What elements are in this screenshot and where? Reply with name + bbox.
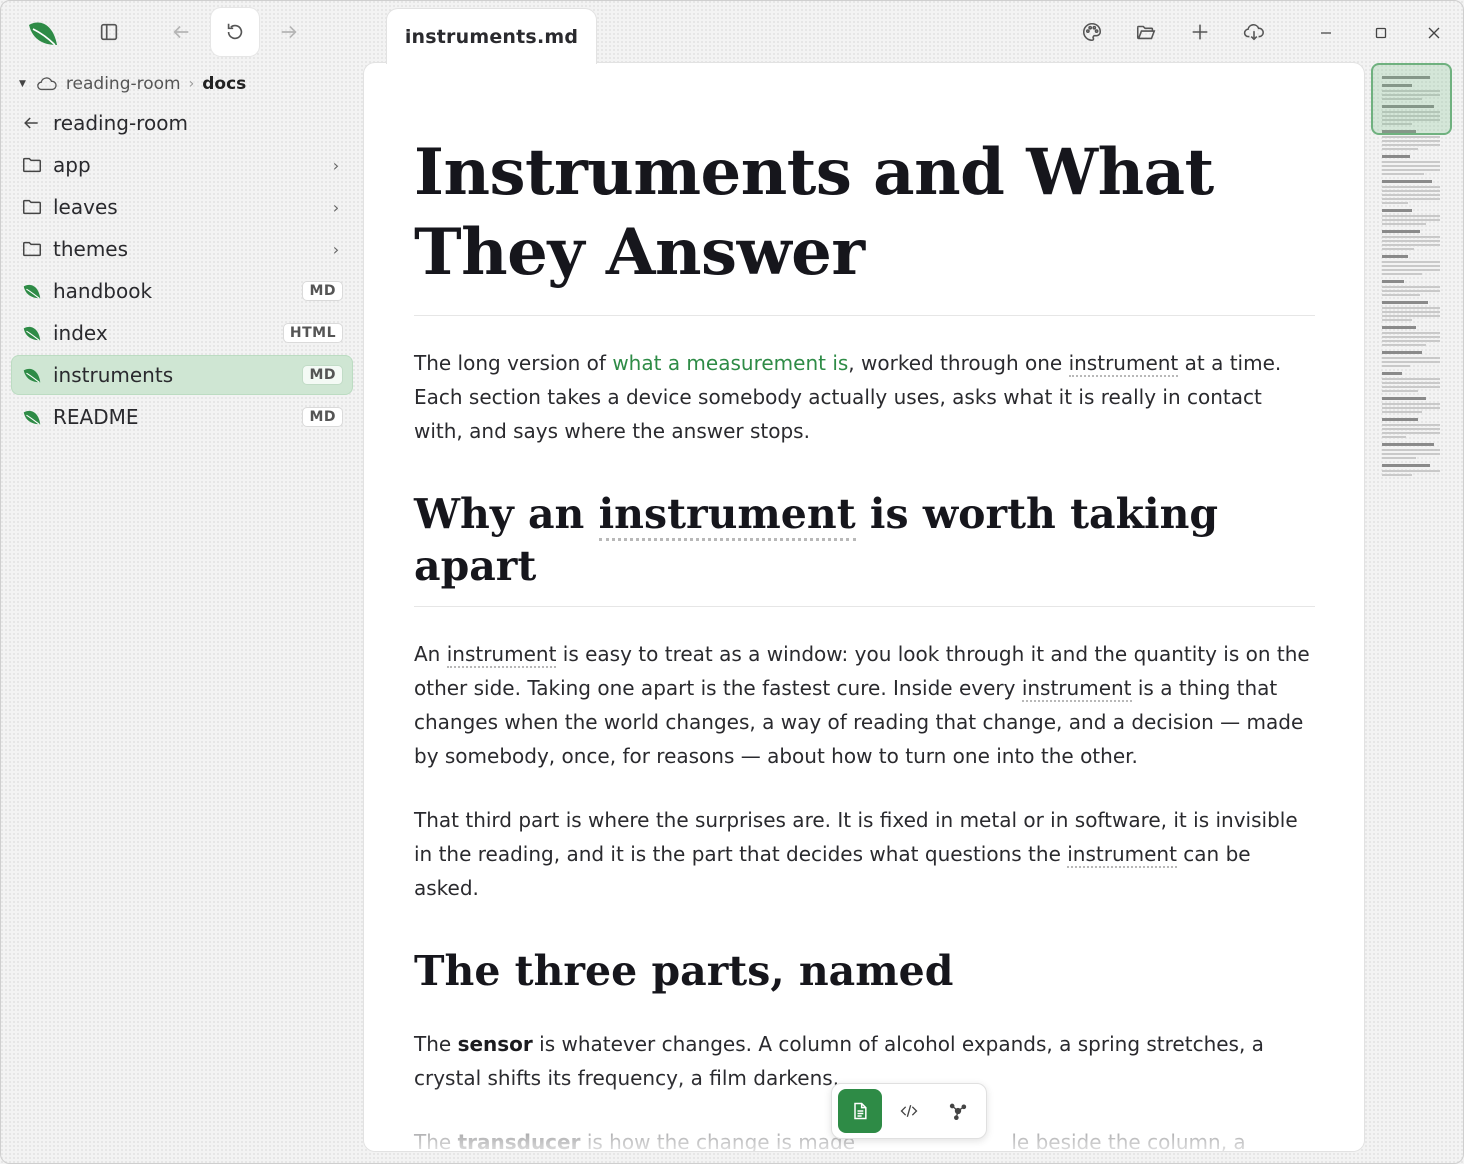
- arrow-left-icon: [24, 117, 38, 129]
- palette-icon: [1083, 22, 1102, 42]
- leaf-icon: [23, 326, 41, 341]
- sidebar-item-handbook[interactable]: handbook MD: [11, 271, 353, 311]
- sidebar-item-label: instruments: [53, 363, 174, 387]
- plus-icon: [1192, 24, 1208, 40]
- nav-up-reading-room[interactable]: reading-room: [11, 103, 353, 143]
- open-folder-button[interactable]: [1122, 8, 1170, 56]
- close-button[interactable]: [1414, 13, 1454, 53]
- back-button[interactable]: [157, 8, 205, 56]
- cloud-download-icon: [1243, 24, 1264, 41]
- sidebar-item-label: app: [53, 153, 91, 177]
- maximize-icon: [1375, 27, 1387, 39]
- breadcrumb: ▼ reading-room › docs: [19, 71, 246, 97]
- text: An: [414, 642, 447, 666]
- folder-icon: [23, 157, 41, 173]
- chevron-right-icon: ›: [332, 197, 340, 217]
- intro-paragraph: The long version of what a measurement i…: [414, 346, 1315, 448]
- leaf-icon: [23, 410, 41, 425]
- leaf-icon: [23, 368, 41, 383]
- sidebar-item-leaves[interactable]: leaves ›: [11, 187, 353, 227]
- new-file-button[interactable]: [1176, 8, 1224, 56]
- sidebar-item-readme[interactable]: README MD: [11, 397, 353, 437]
- minimize-button[interactable]: [1306, 13, 1346, 53]
- breadcrumb-separator: ›: [188, 76, 195, 92]
- breadcrumb-current[interactable]: docs: [202, 74, 246, 94]
- breadcrumb-root[interactable]: reading-room: [66, 74, 181, 94]
- sidebar-item-themes[interactable]: themes ›: [11, 229, 353, 269]
- sidebar-item-label: index: [53, 321, 108, 345]
- folder-open-icon: [1136, 25, 1156, 40]
- glossary-term-instrument[interactable]: instrument: [1021, 676, 1132, 702]
- folder-icon: [23, 241, 41, 257]
- file-type-badge: MD: [302, 281, 343, 301]
- sidebar-item-label: README: [53, 405, 139, 429]
- document-minimap[interactable]: [1371, 61, 1453, 476]
- glossary-term-instrument[interactable]: instrument: [446, 642, 557, 668]
- sidebar-item-instruments[interactable]: instruments MD: [11, 355, 353, 395]
- paragraph: That third part is where the surprises a…: [414, 803, 1315, 905]
- paragraph: An instrument is easy to treat as a wind…: [414, 637, 1315, 773]
- title-bar: instruments.md: [1, 1, 1463, 64]
- text: The long version of: [414, 351, 613, 375]
- code-icon: [900, 1104, 918, 1118]
- measurement-link[interactable]: what a measurement is: [612, 351, 848, 375]
- source-view-button[interactable]: [887, 1089, 931, 1133]
- chevron-right-icon: ›: [332, 155, 340, 175]
- tab-instruments[interactable]: instruments.md: [386, 8, 597, 64]
- text: Why an: [414, 490, 599, 538]
- sidebar-item-index[interactable]: index HTML: [11, 313, 353, 353]
- glossary-term-instrument[interactable]: instrument: [1068, 351, 1179, 377]
- download-button[interactable]: [1230, 8, 1278, 56]
- file-type-badge: MD: [302, 365, 343, 385]
- app-window: instruments.md ▼ reading-room › docs rea…: [0, 0, 1464, 1164]
- forward-button[interactable]: [265, 8, 313, 56]
- sidebar-item-app[interactable]: app ›: [11, 145, 353, 185]
- section-heading-why: Why an instrument is worth taking apart: [414, 488, 1315, 607]
- sidebar-item-label: handbook: [53, 279, 153, 303]
- refresh-button[interactable]: [211, 8, 259, 56]
- text: is how the change is made: [580, 1130, 862, 1152]
- sidebar-toggle-icon: [100, 23, 118, 41]
- sidebar-item-label: leaves: [53, 195, 118, 219]
- chevron-right-icon: ›: [332, 239, 340, 259]
- bold-term: sensor: [457, 1032, 533, 1056]
- leaf-icon: [23, 284, 41, 299]
- arrow-right-icon: [281, 25, 297, 39]
- tab-label: instruments.md: [404, 25, 579, 48]
- glossary-term-instrument[interactable]: instrument: [1067, 842, 1177, 868]
- document-view-button[interactable]: [838, 1089, 883, 1133]
- document-title: Instruments and What They Answer: [414, 133, 1315, 316]
- leaf-logo-icon[interactable]: [25, 15, 61, 51]
- view-switcher: [831, 1083, 987, 1139]
- text: The: [414, 1130, 458, 1152]
- document-pane[interactable]: Instruments and What They Answer The lon…: [363, 62, 1365, 1152]
- document-icon: [854, 1102, 867, 1120]
- minimize-icon: [1321, 32, 1331, 34]
- section-heading-three-parts: The three parts, named: [414, 947, 954, 995]
- text: , worked through one: [848, 351, 1069, 375]
- bold-term: transducer: [457, 1130, 581, 1152]
- maximize-button[interactable]: [1361, 13, 1401, 53]
- glossary-term-instrument[interactable]: instrument: [598, 490, 856, 541]
- graph-icon: [949, 1103, 966, 1120]
- arrow-left-icon: [173, 25, 189, 39]
- cloud-icon: [37, 77, 57, 91]
- nav-back-label: reading-room: [53, 111, 188, 135]
- file-type-badge: HTML: [282, 323, 343, 343]
- file-type-badge: MD: [302, 407, 343, 427]
- file-list: app › leaves › themes › handbook MD inde…: [11, 145, 353, 439]
- collapse-caret-icon[interactable]: ▼: [19, 79, 26, 89]
- text: is whatever changes. A column of alcohol…: [414, 1032, 1264, 1090]
- text: The: [414, 1032, 458, 1056]
- document-content: Instruments and What They Answer The lon…: [414, 133, 1315, 1152]
- sidebar-toggle-button[interactable]: [85, 8, 133, 56]
- minimap-viewport[interactable]: [1371, 63, 1452, 135]
- sidebar-item-label: themes: [53, 237, 129, 261]
- graph-view-button[interactable]: [936, 1089, 980, 1133]
- file-sidebar: ▼ reading-room › docs reading-room app ›…: [1, 63, 363, 1163]
- folder-icon: [23, 199, 41, 215]
- close-icon: [1428, 27, 1440, 39]
- theme-button[interactable]: [1068, 8, 1116, 56]
- refresh-icon: [227, 23, 243, 40]
